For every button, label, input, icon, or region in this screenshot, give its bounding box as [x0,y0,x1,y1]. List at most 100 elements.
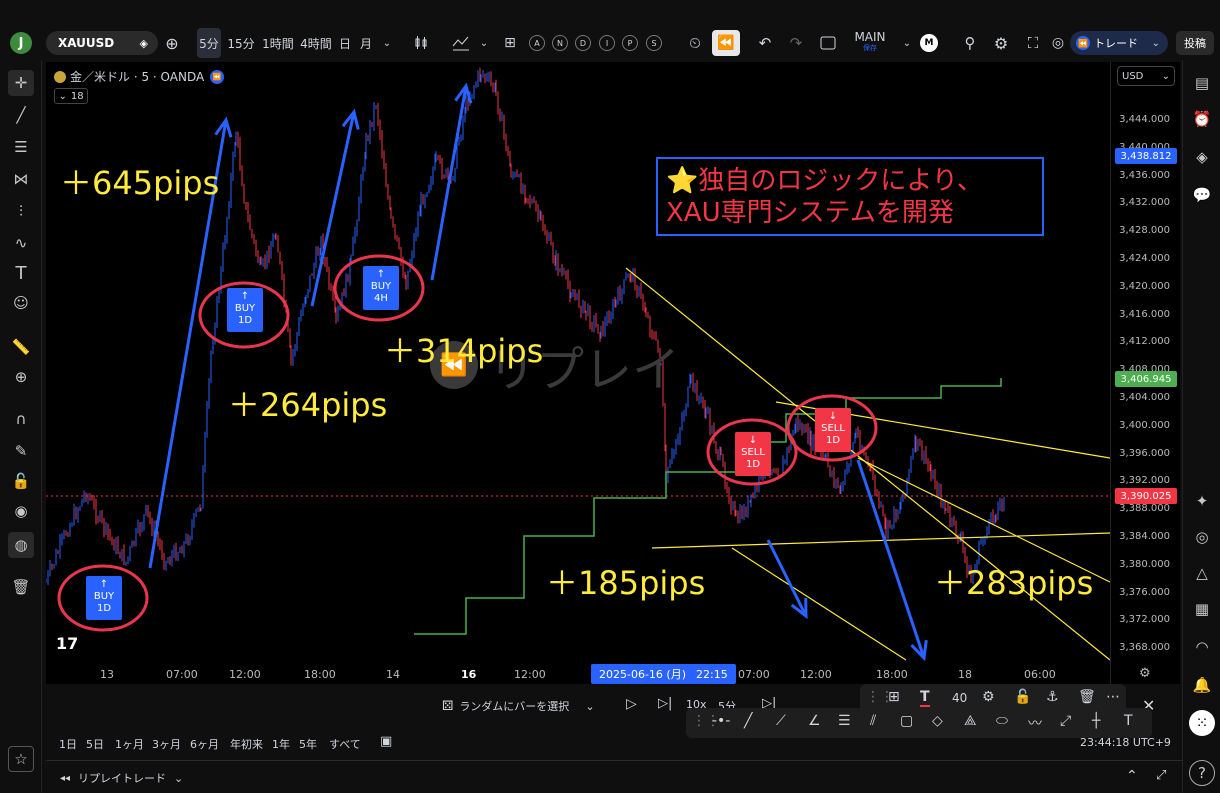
timeframe-month[interactable]: 月 [357,28,375,58]
range-5y[interactable]: 5年 [299,736,317,752]
indicator-n[interactable]: N [552,35,568,51]
indicator-i[interactable]: I [599,35,615,51]
replay-trade-tab[interactable]: ◂◂ リプレイトレード ⌄ [60,770,183,786]
timeframe-5m[interactable]: 5分 [197,28,221,58]
chevron-down-icon[interactable]: ⌄ [901,28,913,58]
trendline-icon[interactable]: ╱ [8,102,34,128]
trash-icon[interactable]: 🗑 [1078,689,1096,705]
magnet-icon[interactable]: ∩ [8,406,34,432]
brush-icon[interactable]: ∿ [8,230,34,256]
lock-icon[interactable]: 🔓 [8,468,34,494]
sparkle-icon[interactable]: ✦ [1189,488,1215,514]
range-5d[interactable]: 5日 [86,736,104,752]
bell-icon[interactable]: 🔔 [1189,672,1215,698]
chevron-up-icon[interactable]: ⌃ [1126,768,1138,784]
crosshair-icon[interactable]: ✛ [8,70,34,96]
trash-icon[interactable]: 🗑 [8,574,34,600]
lock-pencil-icon[interactable]: ✎ [8,438,34,464]
help-icon[interactable]: ? [1189,760,1215,786]
star-icon[interactable]: ☆ [8,746,34,772]
ellipse-icon[interactable]: ⬭ [996,713,1008,729]
play-icon[interactable]: ▷ [626,696,637,712]
user-avatar[interactable]: J [10,32,32,54]
goto-date-icon[interactable]: ▣ [380,734,392,749]
ruler-icon[interactable]: 📏 [8,334,34,360]
horizontal-ray-icon[interactable]: -•- [712,713,730,729]
indicators-icon[interactable] [450,28,472,58]
post-button[interactable]: 投稿 [1176,31,1214,55]
indicator-a[interactable]: A [529,35,545,51]
text-color-icon[interactable]: T [920,689,930,707]
pattern-icon[interactable]: ⋈ [8,166,34,192]
rectangle-icon[interactable]: ▢ [900,713,913,729]
fib-icon[interactable]: ☰ [8,134,34,160]
regression-icon[interactable]: ⫽ [870,713,876,729]
random-bar-button[interactable]: ⚄ ランダムにバーを選択 ⌄ [442,696,595,716]
range-1d[interactable]: 1日 [59,736,77,752]
ray-icon[interactable]: ⟋ [776,713,786,729]
chevron-down-icon[interactable]: ⌄ [478,28,490,58]
forecast-icon[interactable]: ⫶ [8,198,34,224]
layout-name[interactable]: MAIN 保存 [850,28,890,58]
axis-settings-icon[interactable]: ⚙ [1139,666,1151,681]
quick-search-icon[interactable]: ⚲ [960,28,980,58]
indicator-toggle[interactable]: ⌄ 18 [54,88,88,104]
indicator-s[interactable]: S [646,35,662,51]
indicator-p[interactable]: P [622,35,638,51]
calendar-icon[interactable]: ▦ [1189,596,1215,622]
zoom-icon[interactable]: ⊕ [8,364,34,390]
undo-icon[interactable]: ↶ [755,28,775,58]
maximize-panel-icon[interactable]: ⤢ [1156,768,1166,783]
redo-icon[interactable]: ↷ [786,28,806,58]
currency-select[interactable]: USD ⌄ [1117,66,1175,86]
globe-icon[interactable]: ◍ [8,532,34,558]
chevron-down-icon[interactable]: ⌄ [380,28,394,58]
target-icon[interactable]: ◎ [1189,524,1215,550]
emoji-icon[interactable]: ☺ [8,290,34,316]
replay-icon[interactable]: ⏪ [712,30,740,56]
anchor-icon[interactable]: ⚓ [1046,689,1059,705]
alarm-icon[interactable]: ⏰ [1189,106,1215,132]
eye-icon[interactable]: ◉ [8,498,34,524]
arrow-line-icon[interactable]: ⤢ [1060,713,1071,729]
alert-clock-icon[interactable]: ⏲ [684,28,706,58]
layers-icon[interactable]: ◈ [1189,144,1215,170]
watchlist-icon[interactable]: ▤ [1189,70,1215,96]
add-compare-icon[interactable]: ⊕ [162,28,182,58]
triangle-icon[interactable]: ⟁ [964,713,977,729]
font-size-value[interactable]: 40 [952,691,967,705]
fullscreen-icon[interactable]: ⛶ [1022,28,1044,58]
templates-icon[interactable]: ⊞ [888,689,900,705]
timeframe-1h[interactable]: 1時間 [261,28,295,58]
path-icon[interactable]: ◇ [932,713,943,729]
parallel-channel-icon[interactable]: ☰ [838,713,851,729]
timeframe-15m[interactable]: 15分 [226,28,256,58]
range-1m[interactable]: 1ヶ月 [115,736,144,752]
camera-icon[interactable]: ◎ [1048,28,1068,58]
broadcast-icon[interactable]: ◠ [1189,634,1215,660]
time-axis[interactable]: 13 07:00 12:00 18:00 14 16 12:00 2025-06… [46,662,1110,684]
price-axis[interactable]: USD ⌄ 3,444.0003,440.0003,436.0003,432.0… [1110,62,1180,684]
trade-button[interactable]: ⏪ トレード ⌄ [1070,31,1168,55]
symbol-search[interactable]: XAUUSD ◈ [46,31,158,55]
text-icon[interactable]: T [8,260,34,286]
range-1y[interactable]: 1年 [272,736,290,752]
range-ytd[interactable]: 年初来 [230,736,263,752]
text-icon[interactable]: T [1124,713,1133,729]
extended-line-icon[interactable]: ∠ [808,713,821,729]
apps-grid-icon[interactable]: ⁙ [1189,710,1215,736]
vertical-line-icon[interactable]: ┼ [1092,713,1100,729]
settings-gear-icon[interactable]: ⚙ [982,689,995,705]
price-chart[interactable]: 金／米ドル · 5 · OANDA ⏪ ⌄ 18 ⏪ リプレイ ＋645pips… [46,62,1110,684]
range-3m[interactable]: 3ヶ月 [152,736,181,752]
candle-style-icon[interactable] [410,28,432,58]
step-forward-icon[interactable]: ▷| [658,696,672,711]
triangle-icon[interactable]: △ [1189,560,1215,586]
chat-icon[interactable]: 💬 [1189,182,1215,208]
timeframe-day[interactable]: 日 [337,28,353,58]
fullscreen-box-icon[interactable] [817,28,839,58]
lock-icon[interactable]: 🔓 [1014,689,1031,705]
templates-icon[interactable]: ⊞ [500,28,520,58]
range-all[interactable]: すべて [329,736,361,752]
more-icon[interactable]: ⋯ [1106,689,1120,705]
